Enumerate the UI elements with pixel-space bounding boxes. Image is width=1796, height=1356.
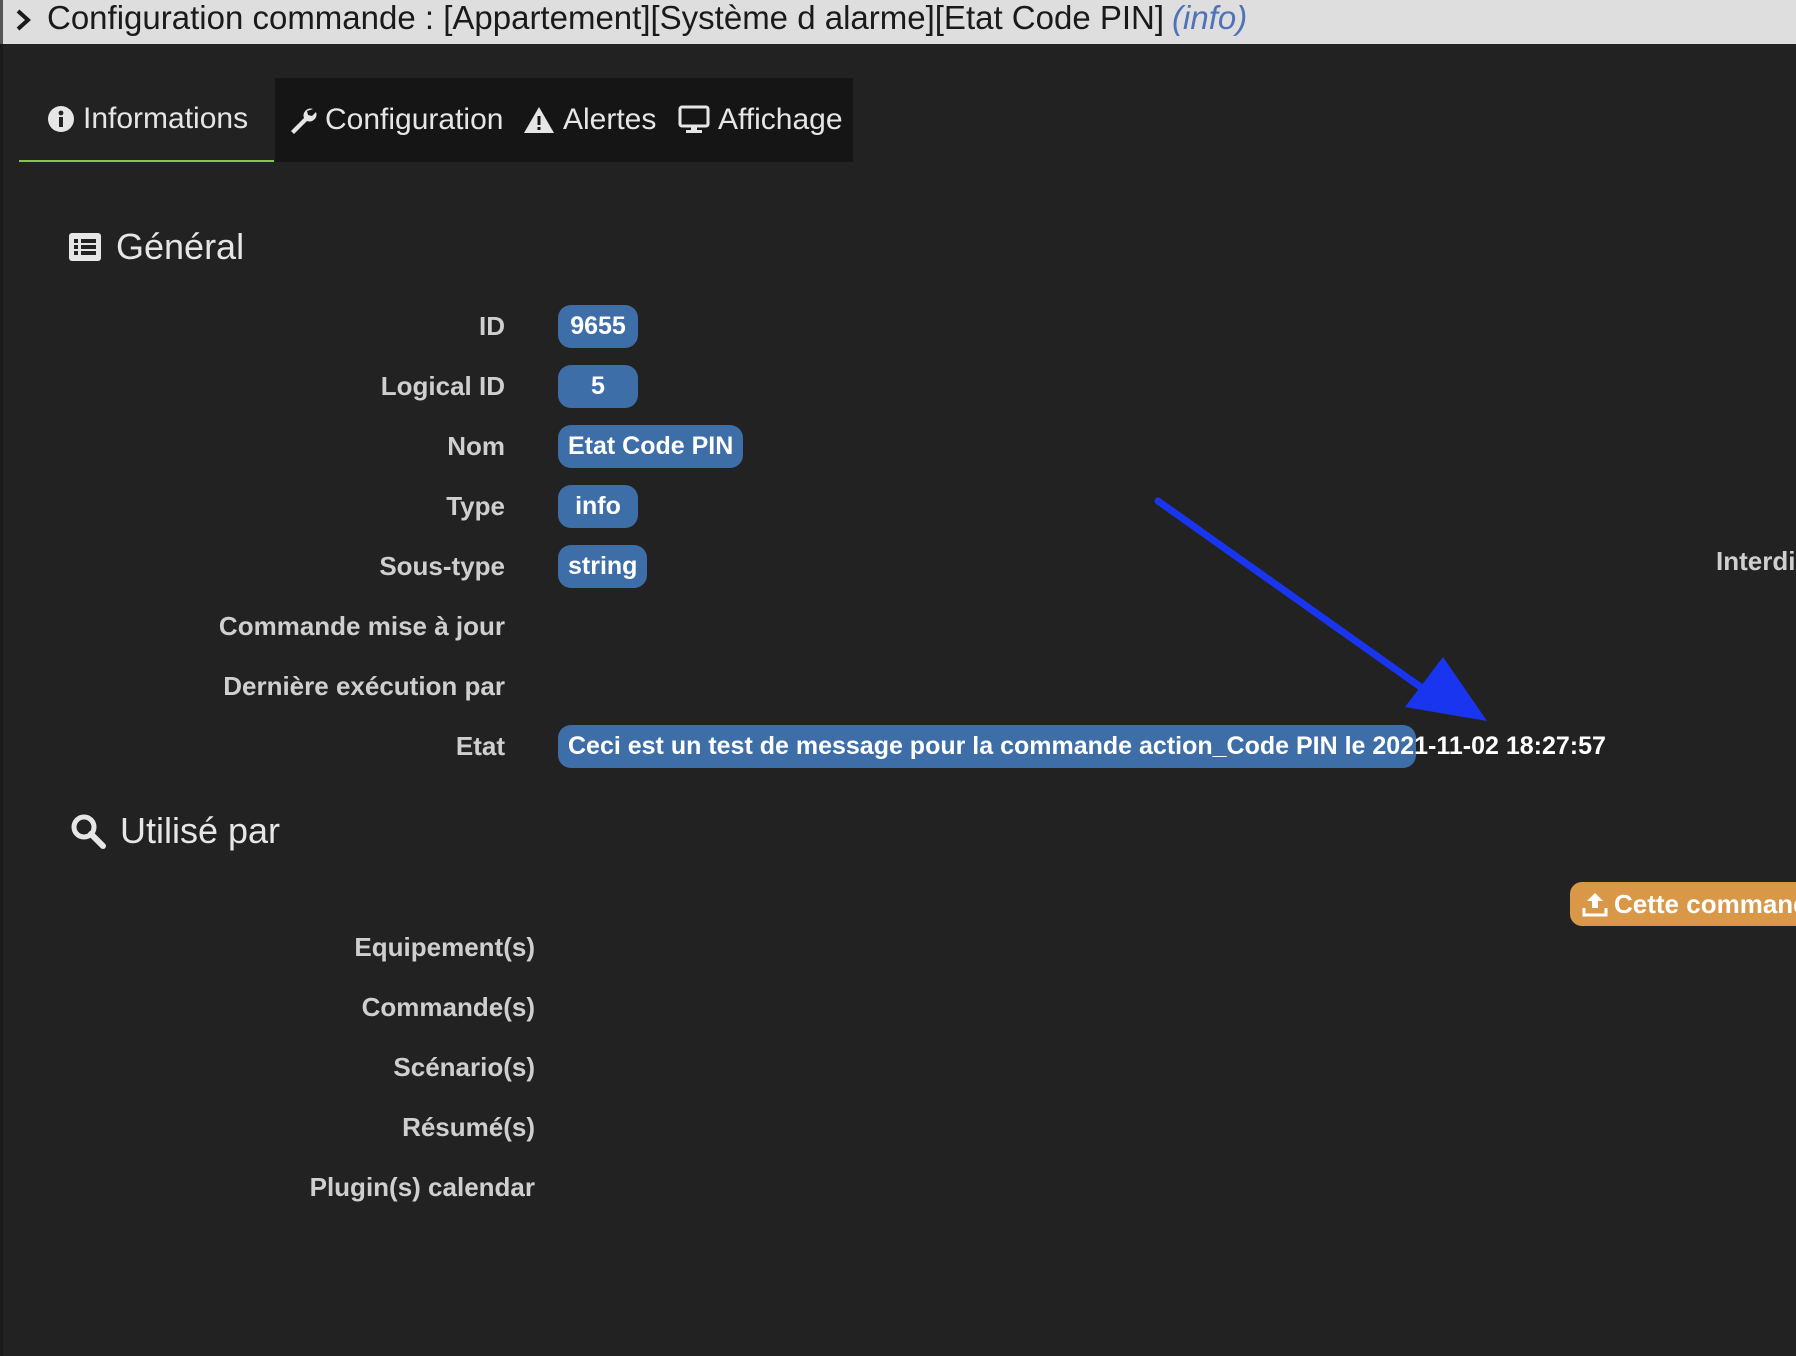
field-value-type: info [558,485,638,528]
used-by-label-commandes: Commande(s) [361,992,535,1022]
field-label-type: Type [446,491,505,521]
search-icon [71,814,106,849]
tab-configuration[interactable]: Configuration [275,78,509,162]
used-by-label-resumes: Résumé(s) [402,1112,535,1142]
cette-commande-button[interactable]: Cette commande [1570,882,1796,926]
tab-alertes[interactable]: Alertes [509,78,662,162]
field-value-nom: Etat Code PIN [558,425,744,468]
wrench-icon [291,108,317,134]
tab-label: Affichage [718,103,843,136]
monitor-icon [678,105,710,133]
info-circle-icon [48,106,74,132]
field-value-id: 9655 [558,305,638,348]
chevron-right-icon[interactable] [13,6,35,34]
field-value-sous-type: string [558,545,648,588]
window-title-bar: Configuration commande : [Appartement][S… [0,0,1796,44]
field-label-derniere-execution: Dernière exécution par [223,671,505,701]
upload-icon [1582,893,1608,917]
tab-informations[interactable]: Informations [19,78,274,162]
tab-label: Informations [83,102,249,135]
used-by-label-equipements: Equipement(s) [354,932,535,962]
field-label-commande-mise-a-jour: Commande mise à jour [218,611,505,641]
used-by-label-plugins-calendar: Plugin(s) calendar [309,1172,535,1202]
warning-icon [524,107,554,133]
field-label-sous-type: Sous-type [379,551,505,581]
section-used-by-heading: Utilisé par [70,810,280,852]
left-edge-divider [0,44,3,1356]
tab-label: Alertes [563,103,657,136]
list-icon [69,233,101,261]
window-title: Configuration commande : [Appartement][S… [47,0,1248,36]
field-label-logical-id: Logical ID [380,371,505,401]
field-label-id: ID [479,311,505,341]
field-label-etat: Etat [455,731,505,761]
field-value-logical-id: 5 [558,365,638,408]
used-by-label-scenarios: Scénario(s) [393,1052,535,1082]
tab-affichage[interactable]: Affichage [662,78,853,162]
section-general-heading: Général [68,226,244,268]
tab-label: Configuration [325,103,504,136]
window-subtitle: (info) [1172,0,1248,36]
interdire-label: Interdir [1716,546,1796,576]
annotation-arrow [1154,497,1487,721]
field-label-nom: Nom [447,431,505,461]
